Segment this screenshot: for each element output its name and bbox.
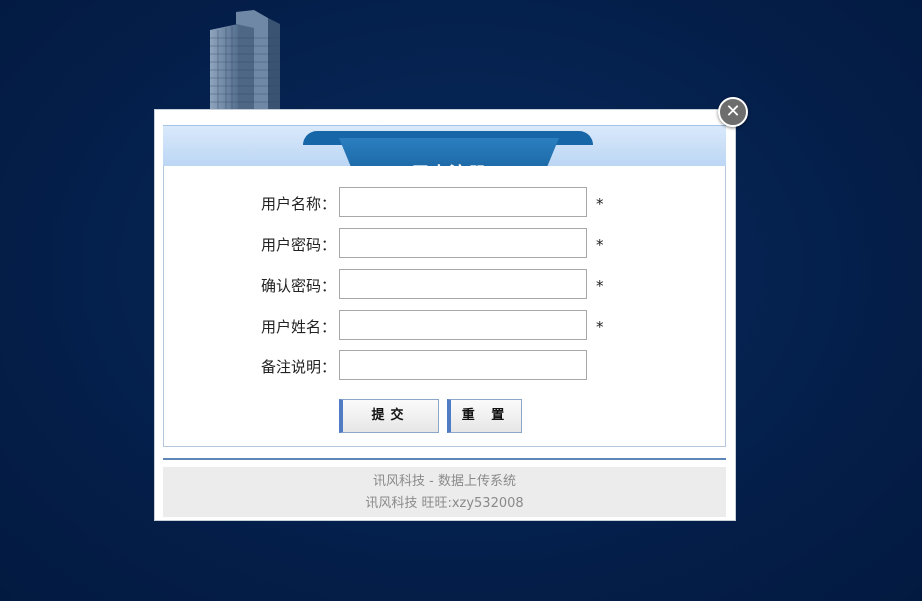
submit-button[interactable]: 提交: [339, 399, 439, 433]
realname-required-mark: *: [596, 318, 604, 336]
register-dialog: 用户注册 用户名称： * 用户密码： * 确认密码： * 用户姓名： *: [155, 110, 735, 520]
password-required-mark: *: [596, 236, 604, 254]
realname-label: 用户姓名：: [260, 318, 336, 336]
footer-line-1: 讯风科技 - 数据上传系统: [373, 474, 516, 489]
remark-label: 备注说明：: [260, 358, 336, 376]
footer-line-2: 讯风科技 旺旺:xzy532008: [365, 496, 524, 511]
confirm-password-input[interactable]: [339, 269, 587, 299]
realname-input[interactable]: [339, 310, 587, 340]
close-icon: ✕: [725, 101, 741, 122]
password-label: 用户密码：: [260, 236, 336, 254]
reset-button[interactable]: 重 置: [447, 399, 522, 433]
password-input[interactable]: [339, 228, 587, 258]
username-required-mark: *: [596, 195, 604, 213]
dialog-footer: 讯风科技 - 数据上传系统 讯风科技 旺旺:xzy532008: [163, 467, 726, 517]
form-row-remark: 备注说明：: [164, 350, 725, 382]
dialog-header: 用户注册: [163, 125, 726, 196]
remark-input[interactable]: [339, 350, 587, 380]
close-button[interactable]: ✕: [718, 97, 748, 127]
username-input[interactable]: [339, 187, 587, 217]
form-row-password: 用户密码： *: [164, 228, 725, 260]
username-label: 用户名称：: [260, 195, 336, 213]
register-form: 用户名称： * 用户密码： * 确认密码： * 用户姓名： * 备注说明： 提交…: [163, 166, 726, 447]
confirm-password-required-mark: *: [596, 277, 604, 295]
confirm-password-label: 确认密码：: [260, 277, 336, 295]
form-row-username: 用户名称： *: [164, 187, 725, 219]
form-row-realname: 用户姓名： *: [164, 310, 725, 342]
footer-divider: [163, 458, 726, 460]
building-image: [210, 10, 280, 112]
form-row-confirm-password: 确认密码： *: [164, 269, 725, 301]
page-background: 用户注册 用户名称： * 用户密码： * 确认密码： * 用户姓名： *: [0, 0, 922, 601]
